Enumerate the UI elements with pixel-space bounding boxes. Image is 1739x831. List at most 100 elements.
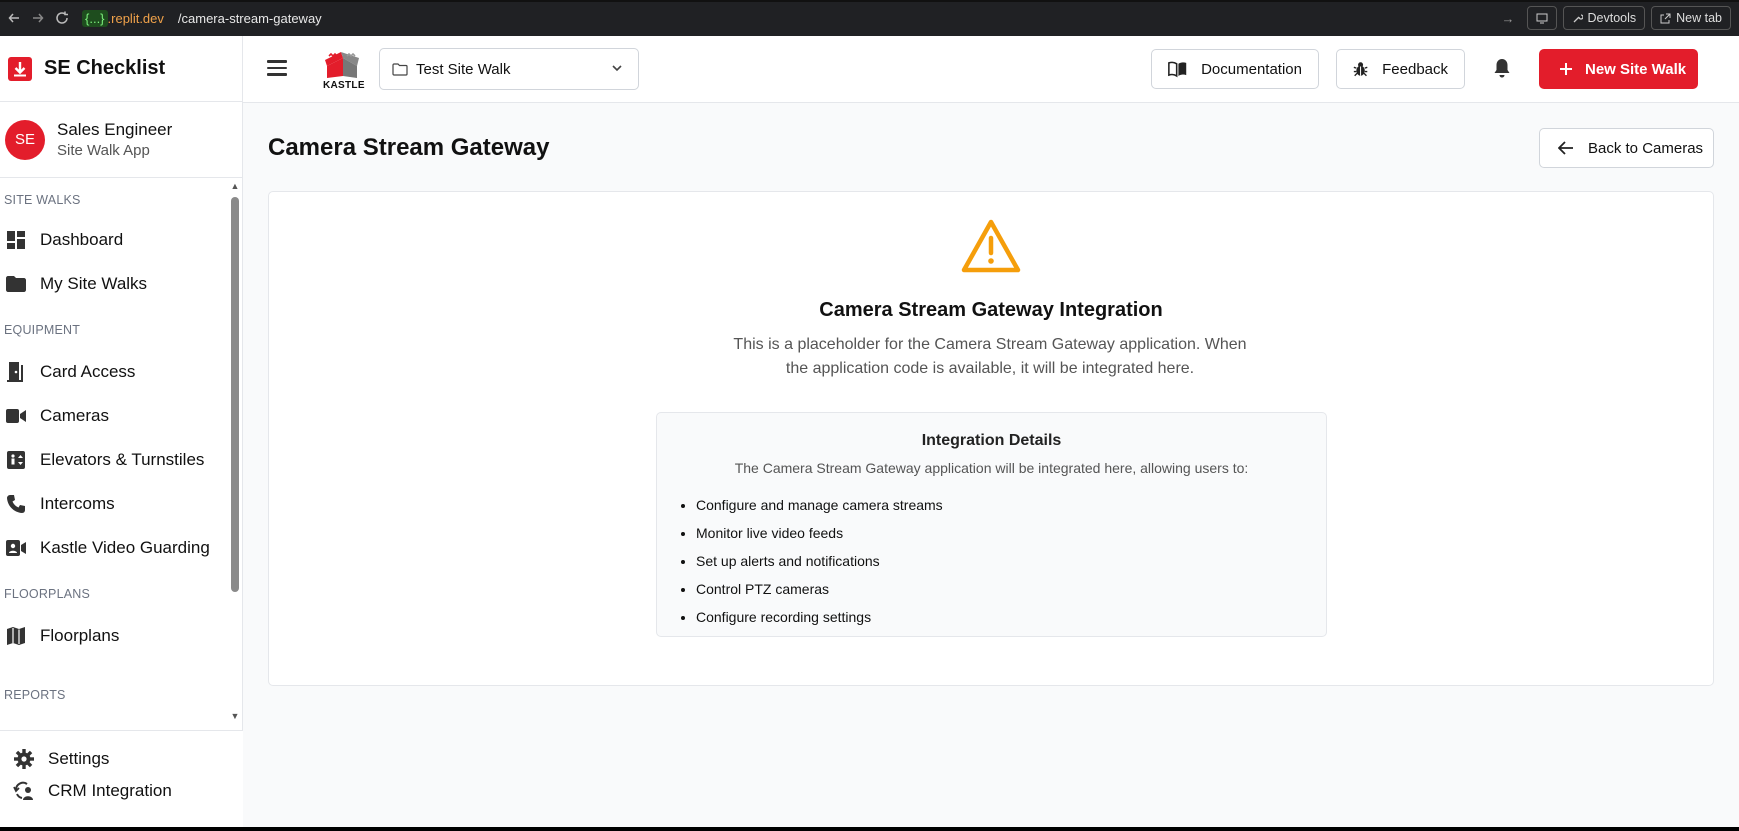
- sidebar-item-label: Cameras: [40, 406, 109, 425]
- back-arrow-icon[interactable]: [4, 8, 24, 28]
- sidebar-item-label: Kastle Video Guarding: [40, 538, 210, 557]
- kastle-brand-text: KASTLE: [323, 80, 365, 91]
- user-role: Site Walk App: [57, 142, 150, 159]
- sidebar-item-card-access[interactable]: Card Access: [0, 350, 230, 394]
- new-tab-label: New tab: [1676, 11, 1722, 25]
- url-badge: {...}: [82, 9, 108, 27]
- external-link-icon: [1660, 13, 1671, 23]
- video-camera-icon: [5, 405, 27, 427]
- sidebar-item-label: My Site Walks: [40, 274, 148, 293]
- sidebar-nav: SITE WALKS Dashboard My Site Walks EQUIP…: [0, 178, 230, 730]
- arrow-left-icon: [1558, 141, 1573, 155]
- sidebar-item-floorplans[interactable]: Floorplans: [0, 614, 230, 658]
- section-label-site-walks: SITE WALKS: [4, 193, 81, 207]
- folder-icon: [5, 273, 27, 295]
- address-bar[interactable]: {...} .replit.dev /camera-stream-gateway: [82, 5, 322, 31]
- sidebar-item-label: Settings: [48, 749, 110, 768]
- site-walk-select-value: Test Site Walk: [416, 60, 511, 78]
- list-item: Set up alerts and notifications: [696, 547, 1326, 575]
- chevron-down-icon: [612, 65, 622, 72]
- user-profile[interactable]: SE Sales Engineer Site Walk App: [0, 102, 242, 178]
- section-label-equipment: EQUIPMENT: [4, 323, 81, 337]
- scroll-up-icon[interactable]: ▲: [230, 181, 240, 191]
- hamburger-menu-icon[interactable]: [267, 56, 291, 80]
- documentation-button[interactable]: Documentation: [1151, 49, 1319, 89]
- sidebar-item-label: Floorplans: [40, 626, 120, 645]
- map-icon: [5, 625, 27, 647]
- details-list: Configure and manage camera streams Moni…: [657, 491, 1326, 631]
- folder-outline-icon: [392, 62, 408, 76]
- dashboard-icon: [5, 229, 27, 251]
- sidebar-item-label: Card Access: [40, 362, 136, 381]
- section-label-floorplans: FLOORPLANS: [4, 587, 91, 601]
- new-site-walk-button[interactable]: New Site Walk: [1539, 49, 1698, 89]
- browser-top-line: [0, 0, 1739, 2]
- app-title: SE Checklist: [44, 57, 166, 79]
- page-title: Camera Stream Gateway: [268, 134, 550, 161]
- details-title: Integration Details: [921, 432, 1062, 449]
- checklist-logo-icon: [8, 56, 32, 81]
- devtools-label: Devtools: [1587, 11, 1637, 25]
- sidebar-item-intercoms[interactable]: Intercoms: [0, 482, 230, 526]
- sidebar-item-label: Intercoms: [40, 494, 115, 513]
- browser-toolbar: {...} .replit.dev /camera-stream-gateway…: [0, 0, 1739, 36]
- forward-arrow-icon[interactable]: [28, 8, 48, 28]
- new-site-walk-label: New Site Walk: [1585, 60, 1687, 78]
- section-label-reports: REPORTS: [4, 688, 66, 702]
- user-name: Sales Engineer: [57, 120, 173, 139]
- door-icon: [5, 361, 27, 383]
- card-description: This is a placeholder for the Camera Str…: [733, 336, 1247, 377]
- devtools-button[interactable]: Devtools: [1562, 6, 1646, 30]
- documentation-label: Documentation: [1201, 60, 1302, 78]
- book-icon: [1168, 61, 1187, 78]
- gear-icon: [12, 747, 36, 771]
- video-guarding-icon: [5, 537, 27, 559]
- reload-icon[interactable]: [52, 8, 72, 28]
- wrench-icon: [1573, 13, 1583, 22]
- monitor-icon: [1536, 13, 1547, 23]
- back-to-cameras-button[interactable]: Back to Cameras: [1539, 128, 1714, 168]
- list-item: Configure and manage camera streams: [696, 491, 1326, 519]
- scroll-down-icon[interactable]: ▼: [230, 711, 240, 721]
- sidebar-item-label: Elevators & Turnstiles: [40, 450, 205, 469]
- list-item: Configure recording settings: [696, 603, 1326, 631]
- sidebar-item-settings[interactable]: Settings: [0, 743, 243, 775]
- sidebar-item-my-site-walks[interactable]: My Site Walks: [0, 262, 230, 306]
- url-domain: .replit.dev: [107, 10, 164, 26]
- bug-icon: [1353, 62, 1368, 77]
- details-intro: The Camera Stream Gateway application wi…: [734, 460, 1249, 476]
- sidebar-item-label: Dashboard: [40, 230, 124, 249]
- sidebar: SE Checklist SE Sales Engineer Site Walk…: [0, 36, 243, 827]
- sidebar-brand[interactable]: SE Checklist: [0, 36, 242, 102]
- avatar: SE: [5, 119, 45, 160]
- phone-icon: [5, 493, 27, 515]
- crm-sync-icon: [12, 779, 36, 803]
- sidebar-item-crm-integration[interactable]: CRM Integration: [0, 775, 243, 807]
- site-walk-select[interactable]: Test Site Walk: [379, 48, 639, 90]
- new-tab-button[interactable]: New tab: [1651, 6, 1731, 30]
- sidebar-item-cameras[interactable]: Cameras: [0, 394, 230, 438]
- sidebar-item-label: CRM Integration: [48, 781, 172, 800]
- scrollbar-thumb[interactable]: [231, 197, 239, 592]
- feedback-button[interactable]: Feedback: [1336, 49, 1465, 89]
- sidebar-scrollbar[interactable]: ▲ ▼: [229, 181, 241, 721]
- window-bottom-edge: [0, 827, 1739, 831]
- screen-toggle-button[interactable]: [1526, 6, 1557, 30]
- bell-icon[interactable]: [1493, 58, 1511, 83]
- list-item: Control PTZ cameras: [696, 575, 1326, 603]
- app-root: SE Checklist SE Sales Engineer Site Walk…: [0, 36, 1739, 827]
- url-path: /camera-stream-gateway: [177, 10, 322, 26]
- feedback-label: Feedback: [1382, 60, 1448, 78]
- warning-icon: [961, 219, 1021, 278]
- arrow-right-icon[interactable]: →: [1502, 11, 1515, 26]
- back-to-cameras-label: Back to Cameras: [1588, 139, 1704, 157]
- plus-icon: [1560, 63, 1572, 75]
- card-title: Camera Stream Gateway Integration: [819, 299, 1163, 321]
- elevator-icon: [5, 449, 27, 471]
- sidebar-bottom: Settings CRM Integration: [0, 730, 243, 827]
- list-item: Monitor live video feeds: [696, 519, 1326, 547]
- sidebar-item-elevators[interactable]: Elevators & Turnstiles: [0, 438, 230, 482]
- sidebar-item-kastle-video-guarding[interactable]: Kastle Video Guarding: [0, 526, 230, 570]
- integration-details-panel: Integration Details The Camera Stream Ga…: [656, 412, 1327, 637]
- top-header: KASTLE Test Site Walk Documentation Feed…: [243, 36, 1739, 103]
